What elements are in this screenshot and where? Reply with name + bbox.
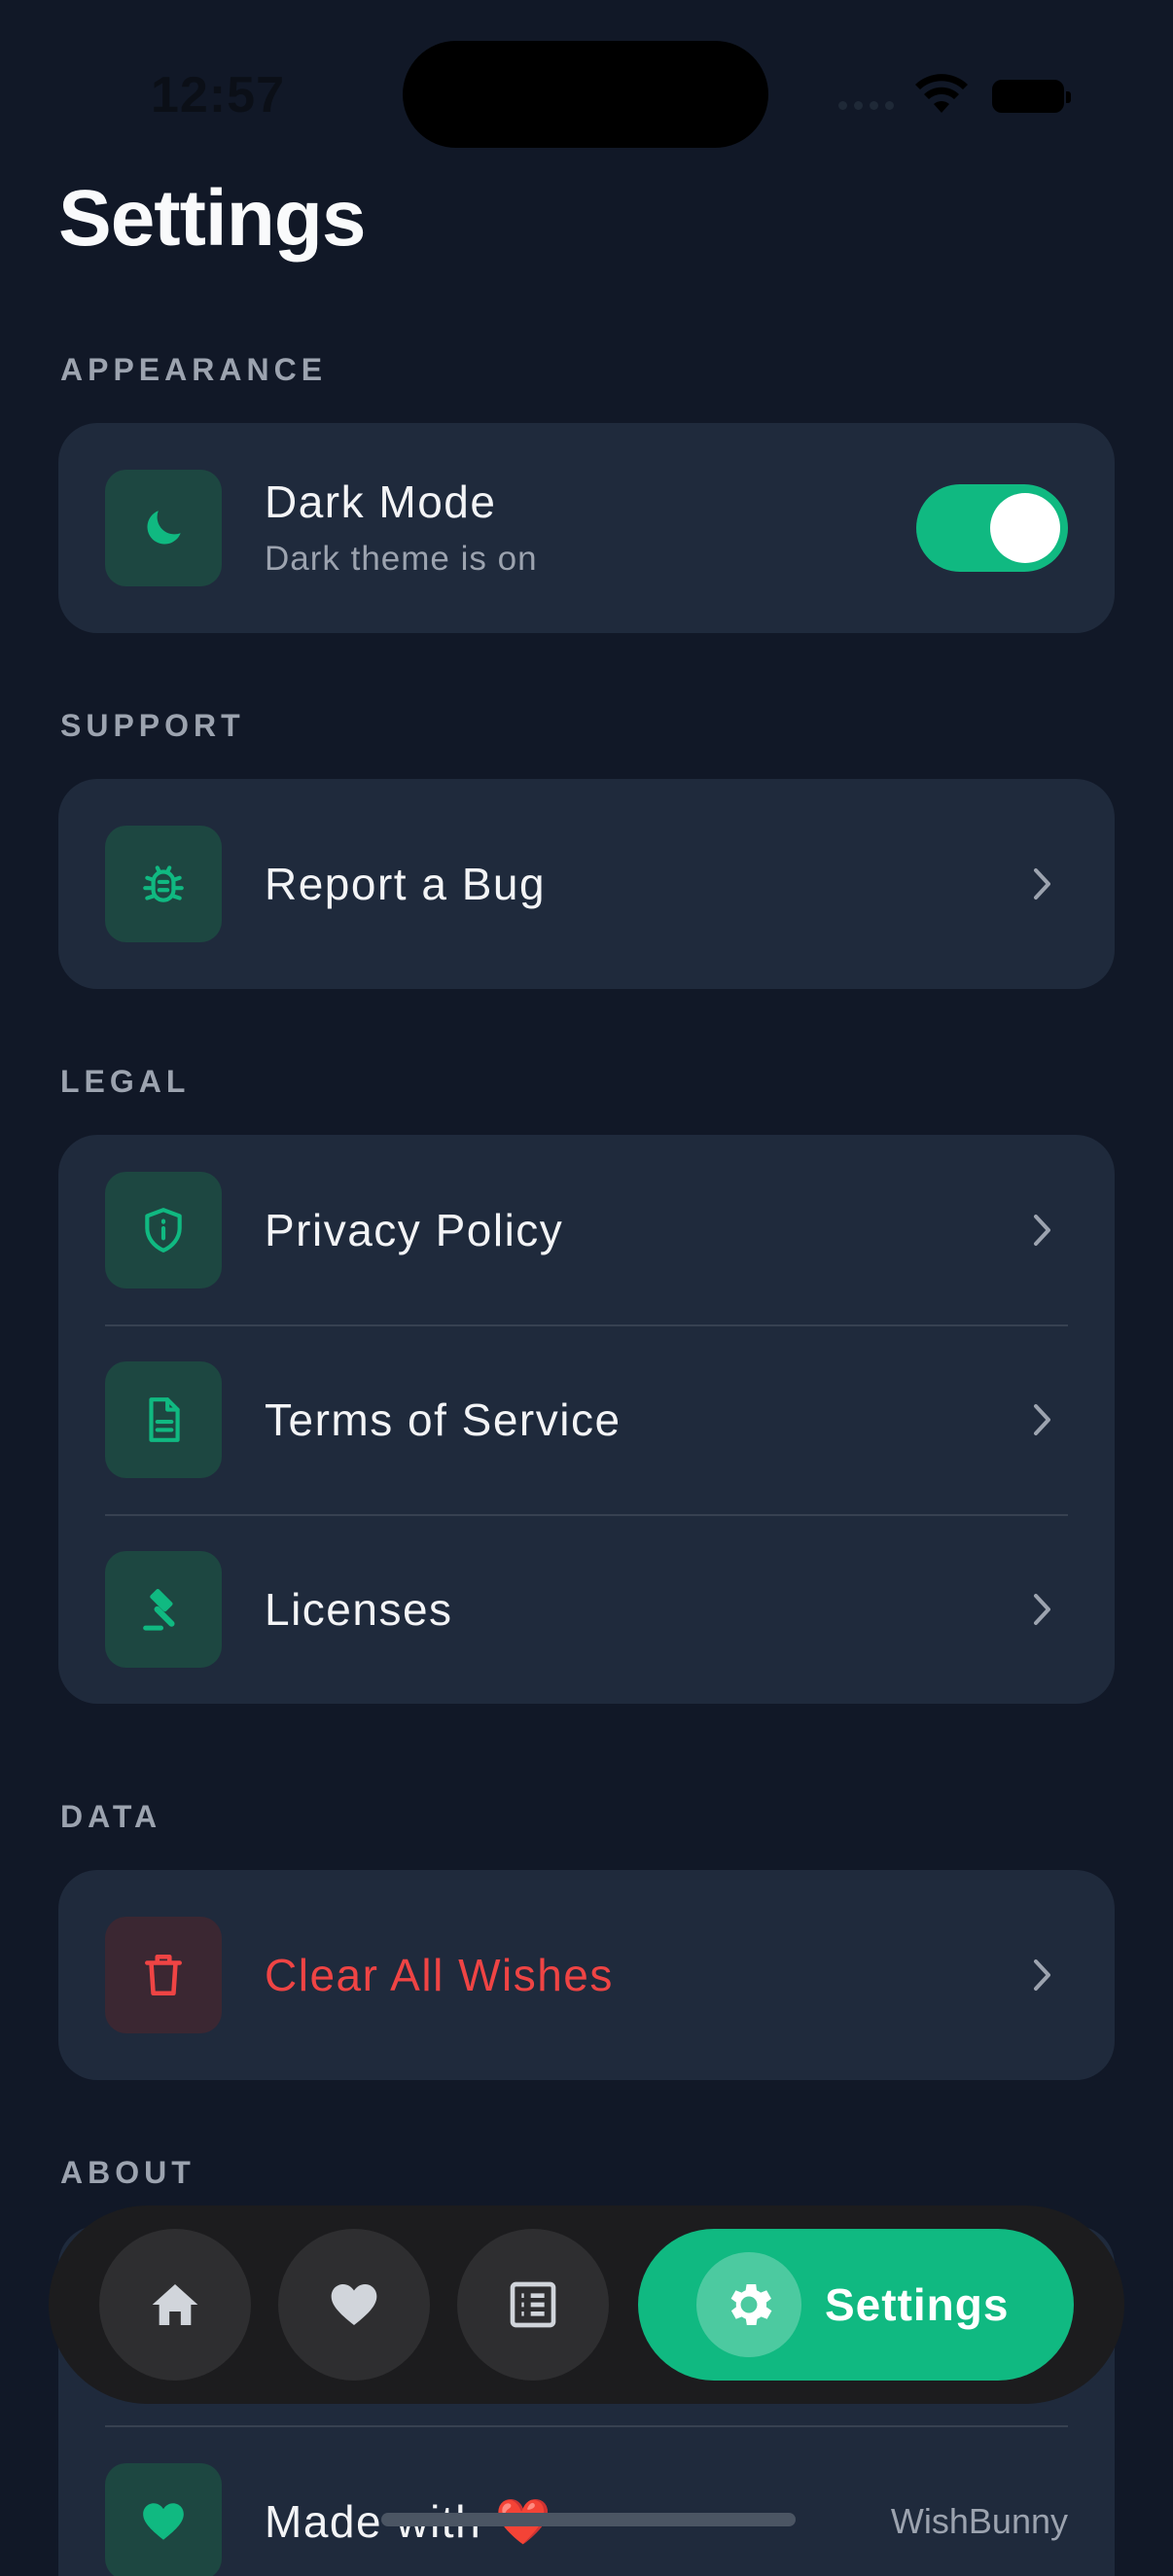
appearance-card: Dark Mode Dark theme is on <box>58 423 1115 633</box>
battery-icon <box>992 80 1071 113</box>
tab-favorites[interactable] <box>278 2229 430 2381</box>
chevron-right-icon <box>1034 1593 1050 1625</box>
dark-mode-subtitle: Dark theme is on <box>265 540 538 578</box>
dark-mode-toggle[interactable] <box>916 484 1068 572</box>
tab-list[interactable] <box>457 2229 609 2381</box>
licenses-label: Licenses <box>265 1583 453 1635</box>
privacy-policy-row[interactable]: Privacy Policy <box>58 1135 1115 1324</box>
section-label-appearance: APPEARANCE <box>60 352 328 387</box>
heart-icon <box>331 2284 377 2325</box>
tab-home[interactable] <box>99 2229 251 2381</box>
gear-icon <box>696 2252 801 2357</box>
document-icon <box>105 1360 222 1478</box>
app-name-value: WishBunny <box>890 2501 1068 2541</box>
heart-icon <box>105 2463 222 2576</box>
data-card: Clear All Wishes <box>58 1870 1115 2080</box>
page-title: Settings <box>58 174 366 263</box>
trash-icon <box>105 1917 222 2033</box>
gavel-icon <box>105 1550 222 1668</box>
report-bug-label: Report a Bug <box>265 859 547 909</box>
support-card: Report a Bug <box>58 779 1115 989</box>
status-bar: 12:57 <box>0 0 1173 185</box>
section-label-data: DATA <box>60 1799 162 1834</box>
list-icon <box>510 2281 556 2328</box>
chevron-right-icon <box>1034 1214 1050 1246</box>
legal-card: Privacy Policy Terms of Service Licenses <box>58 1135 1115 1704</box>
section-label-support: SUPPORT <box>60 708 245 743</box>
licenses-row[interactable]: Licenses <box>58 1514 1115 1704</box>
clear-all-wishes-label: Clear All Wishes <box>265 1950 614 2000</box>
section-label-about: ABOUT <box>60 2155 196 2190</box>
dynamic-island <box>403 41 768 148</box>
shield-info-icon <box>105 1171 222 1288</box>
report-bug-row[interactable]: Report a Bug <box>58 779 1115 989</box>
moon-icon <box>105 470 222 586</box>
toggle-knob <box>990 493 1060 563</box>
wifi-icon <box>915 74 968 113</box>
home-indicator <box>381 2513 796 2526</box>
terms-of-service-label: Terms of Service <box>265 1394 622 1445</box>
bottom-tab-bar: Settings <box>49 2205 1124 2404</box>
tab-settings[interactable]: Settings <box>638 2229 1074 2381</box>
made-with-row: Made with ❤️ WishBunny <box>58 2427 1115 2576</box>
section-label-legal: LEGAL <box>60 1064 191 1099</box>
clear-all-wishes-row[interactable]: Clear All Wishes <box>58 1870 1115 2080</box>
privacy-policy-label: Privacy Policy <box>265 1204 564 1255</box>
terms-of-service-row[interactable]: Terms of Service <box>58 1324 1115 1514</box>
chevron-right-icon <box>1034 868 1050 900</box>
tab-settings-label: Settings <box>825 2279 1010 2330</box>
chevron-right-icon <box>1034 1403 1050 1435</box>
status-time: 12:57 <box>151 67 285 124</box>
home-icon <box>152 2284 198 2325</box>
dark-mode-row[interactable]: Dark Mode Dark theme is on <box>58 423 1115 633</box>
bug-icon <box>105 826 222 942</box>
chevron-right-icon <box>1034 1959 1050 1991</box>
dark-mode-label: Dark Mode <box>265 476 497 527</box>
cellular-signal-icon <box>838 101 894 110</box>
